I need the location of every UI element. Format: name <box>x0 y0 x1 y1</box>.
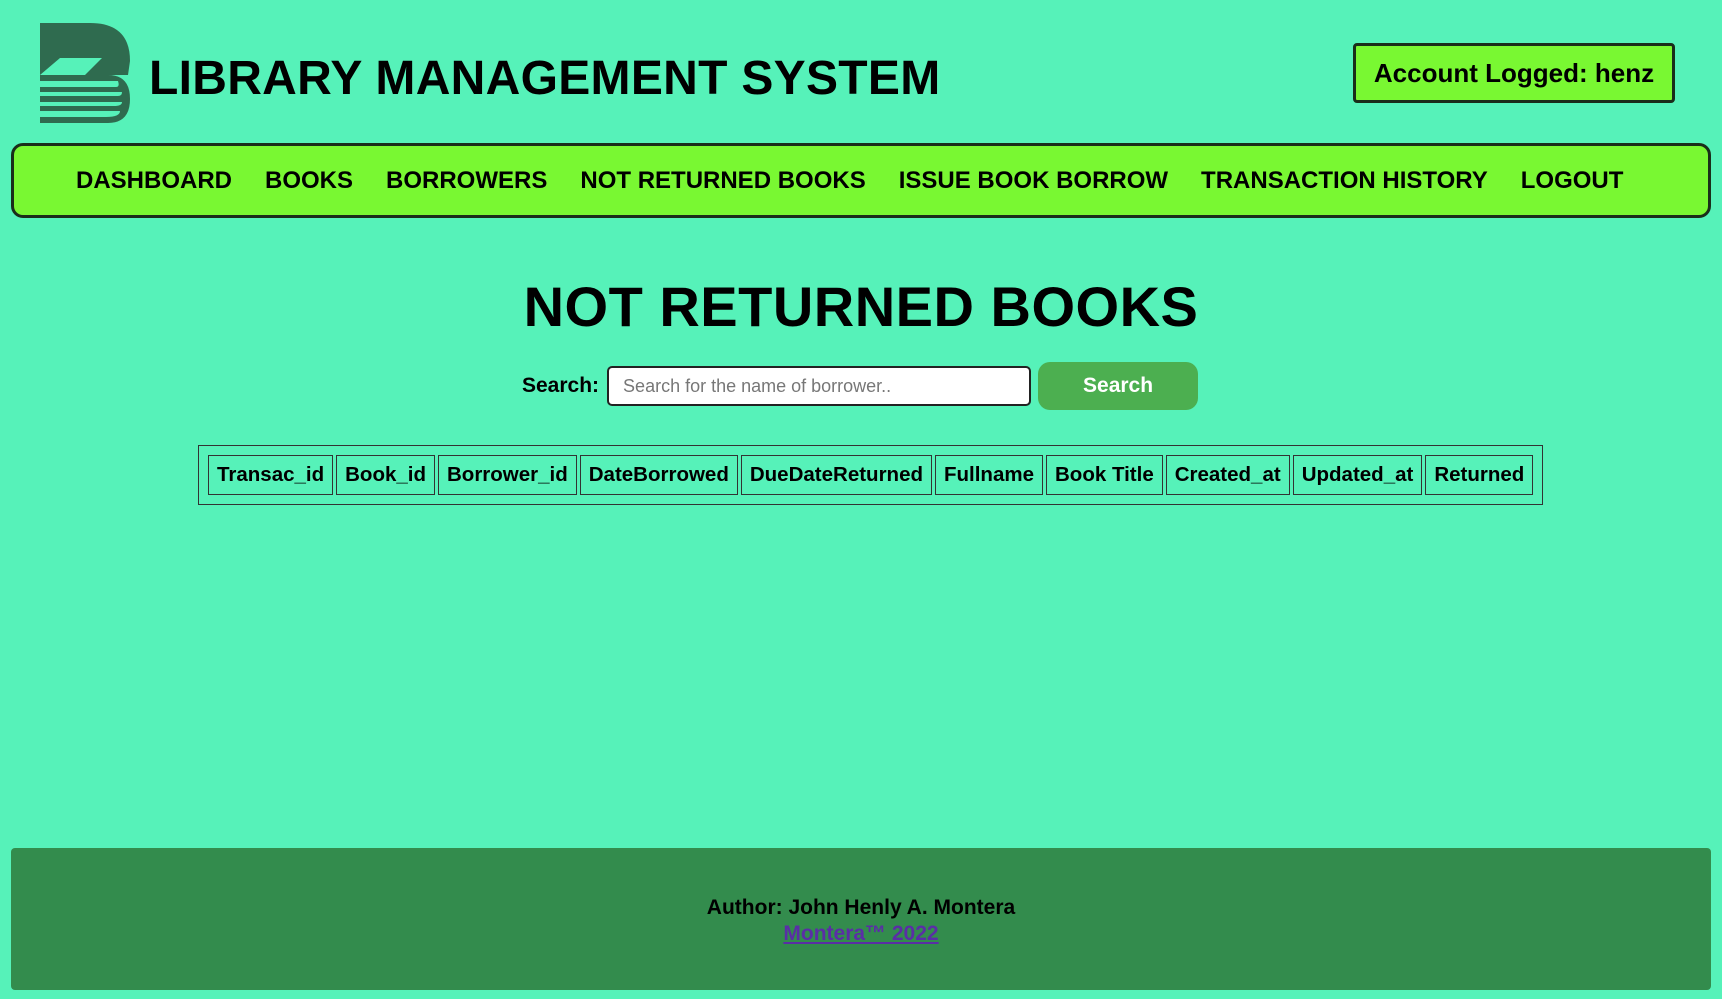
nav-item-borrowers[interactable]: BORROWERS <box>386 167 547 195</box>
nav-item-books[interactable]: BOOKS <box>265 167 353 195</box>
column-header-fullname: Fullname <box>935 455 1043 495</box>
column-header-due-date-returned: DueDateReturned <box>740 455 932 495</box>
not-returned-books-table: Transac_id Book_id Borrower_id DateBorro… <box>198 445 1544 505</box>
nav-item-not-returned-books[interactable]: NOT RETURNED BOOKS <box>580 167 865 195</box>
search-button[interactable]: Search <box>1038 362 1199 410</box>
site-title: LIBRARY MANAGEMENT SYSTEM <box>149 52 941 105</box>
column-header-updated-at: Updated_at <box>1292 455 1423 495</box>
page-title: NOT RETURNED BOOKS <box>523 275 1199 338</box>
column-header-transac-id: Transac_id <box>208 455 334 495</box>
table-header-row: Transac_id Book_id Borrower_id DateBorro… <box>208 455 1534 495</box>
site-header: LIBRARY MANAGEMENT SYSTEM Account Logged… <box>0 0 1722 140</box>
nav-item-transaction-history[interactable]: TRANSACTION HISTORY <box>1201 167 1488 195</box>
nav-item-logout[interactable]: LOGOUT <box>1521 167 1624 195</box>
book-stack-logo-icon <box>40 23 130 123</box>
not-returned-table-container: Transac_id Book_id Borrower_id DateBorro… <box>198 445 1544 505</box>
footer-author: Author: John Henly A. Montera <box>706 896 1016 919</box>
search-input[interactable] <box>607 366 1032 406</box>
main-navigation: DASHBOARD BOOKS BORROWERS NOT RETURNED B… <box>11 143 1711 218</box>
nav-list: DASHBOARD BOOKS BORROWERS NOT RETURNED B… <box>14 146 1708 215</box>
column-header-borrower-id: Borrower_id <box>438 455 577 495</box>
column-header-returned: Returned <box>1425 455 1534 495</box>
column-header-book-title: Book Title <box>1046 455 1163 495</box>
search-form: Search: Search <box>522 362 1199 410</box>
column-header-book-id: Book_id <box>336 455 435 495</box>
column-header-created-at: Created_at <box>1165 455 1290 495</box>
nav-item-dashboard[interactable]: DASHBOARD <box>76 167 232 195</box>
account-status-badge: Account Logged: henz <box>1353 43 1675 103</box>
site-footer: Author: John Henly A. Montera Montera™ 2… <box>11 848 1711 990</box>
column-header-date-borrowed: DateBorrowed <box>579 455 738 495</box>
footer-copyright-link[interactable]: Montera™ 2022 <box>783 921 938 947</box>
nav-item-issue-book-borrow[interactable]: ISSUE BOOK BORROW <box>899 167 1168 195</box>
search-label: Search: <box>522 374 600 397</box>
